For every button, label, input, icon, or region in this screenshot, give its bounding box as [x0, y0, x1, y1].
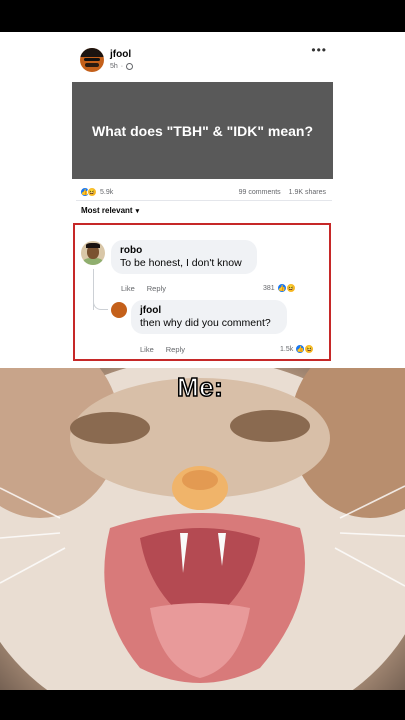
like-button[interactable]: Like: [140, 345, 154, 354]
divider: [76, 200, 332, 201]
comment-sort-dropdown[interactable]: Most relevant ▾: [81, 206, 139, 215]
meme-image: Me:: [0, 368, 405, 690]
comments-count[interactable]: 99 comments: [239, 189, 281, 196]
post-meta: 5h ·: [110, 63, 134, 70]
chevron-down-icon: ▾: [135, 207, 140, 215]
haha-reaction-icon: 😆: [87, 187, 97, 197]
comment-text: To be honest, I don't know: [120, 257, 242, 269]
banner-text: What does "TBH" & "IDK" mean?: [91, 122, 313, 139]
comment-reaction-count: 381: [263, 284, 275, 292]
reply-thread-curve: [93, 299, 108, 310]
reply-button[interactable]: Reply: [166, 345, 185, 354]
reply-button[interactable]: Reply: [147, 284, 166, 293]
haha-reaction-icon: 😆: [285, 283, 296, 293]
reply-author-name[interactable]: jfool: [140, 305, 278, 317]
reply-reaction-count: 1.5k: [280, 345, 294, 353]
globe-icon: [126, 63, 134, 70]
sort-label: Most relevant: [81, 206, 133, 215]
reply-actions: Like Reply: [140, 345, 185, 354]
reaction-summary[interactable]: 👍 😆 5.9k: [80, 187, 113, 197]
reaction-count: 5.9k: [100, 188, 114, 196]
post-text-banner: What does "TBH" & "IDK" mean?: [72, 82, 333, 179]
reply-bubble: jfool then why did you comment?: [131, 300, 287, 334]
post-card: jfool 5h · ••• What does "TBH" & "IDK" m…: [0, 32, 405, 368]
post-stats: 👍 😆 5.9k 99 comments 1.9K shares: [80, 187, 326, 197]
reply-reactions[interactable]: 1.5k 👍 😆: [280, 344, 315, 354]
author-avatar[interactable]: [80, 48, 104, 72]
commenter-name[interactable]: robo: [120, 245, 248, 257]
post-header: jfool 5h ·: [80, 48, 134, 72]
comment-bubble: robo To be honest, I don't know: [111, 240, 257, 274]
post-time: 5h: [110, 63, 118, 70]
bottom-black-bar: [0, 690, 405, 720]
more-options-icon[interactable]: •••: [311, 44, 327, 56]
reply-author-avatar[interactable]: [111, 302, 127, 318]
reply-text: then why did you comment?: [140, 317, 271, 329]
comment-reactions[interactable]: 381 👍 😆: [263, 283, 296, 293]
shares-count[interactable]: 1.9K shares: [289, 189, 326, 196]
meme-caption: Me:: [176, 371, 224, 403]
top-black-bar: [0, 0, 405, 32]
commenter-avatar[interactable]: [81, 241, 105, 265]
like-button[interactable]: Like: [121, 284, 135, 293]
haha-reaction-icon: 😆: [304, 344, 315, 354]
laughing-cat-image: [0, 368, 405, 690]
author-name[interactable]: jfool: [110, 50, 133, 60]
highlighted-comments: robo To be honest, I don't know Like Rep…: [73, 223, 331, 361]
comment-actions: Like Reply: [121, 284, 166, 293]
